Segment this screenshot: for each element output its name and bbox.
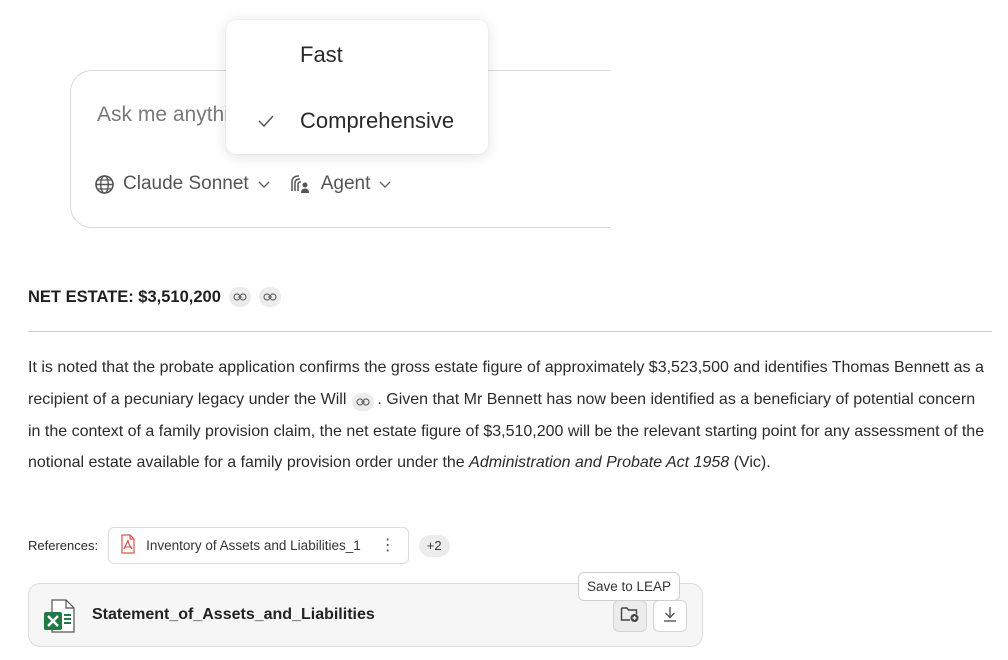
dropdown-item-label: Comprehensive xyxy=(300,108,455,133)
references-label: References: xyxy=(28,538,99,553)
chevron-down-icon xyxy=(257,177,271,191)
references-row: References: Inventory of Assets and Liab… xyxy=(28,527,450,564)
paragraph-text: (Vic). xyxy=(729,454,771,472)
download-button[interactable] xyxy=(653,600,687,632)
agent-icon xyxy=(289,173,313,195)
response-paragraph: It is noted that the probate application… xyxy=(28,352,988,479)
save-to-leap-button[interactable] xyxy=(613,600,647,632)
link-icon[interactable] xyxy=(258,287,281,307)
more-options-icon[interactable]: ⋮ xyxy=(380,537,396,554)
pdf-file-icon xyxy=(119,534,137,557)
more-references-badge[interactable]: +2 xyxy=(418,534,450,557)
folder-save-icon xyxy=(620,605,640,628)
chat-input[interactable]: Ask me anything xyxy=(97,103,237,127)
section-heading: NET ESTATE: $3,510,200 xyxy=(28,287,281,307)
act-title: Administration and Probate Act 1958 xyxy=(469,454,730,472)
download-icon xyxy=(662,605,678,628)
chat-toolbar: Claude Sonnet Agent xyxy=(94,173,392,195)
divider xyxy=(28,331,992,332)
link-icon[interactable] xyxy=(352,392,375,411)
check-icon xyxy=(256,111,276,137)
mode-selector[interactable]: Agent xyxy=(289,173,393,195)
heading-text: NET ESTATE: $3,510,200 xyxy=(28,287,221,306)
excel-file-icon xyxy=(43,599,75,638)
save-tooltip: Save to LEAP xyxy=(578,572,680,601)
dropdown-item-comprehensive[interactable]: Comprehensive xyxy=(226,95,488,147)
link-icon[interactable] xyxy=(228,287,251,307)
dropdown-item-fast[interactable]: Fast xyxy=(226,29,488,81)
globe-icon xyxy=(94,174,115,195)
dropdown-item-label: Fast xyxy=(300,42,343,67)
model-label: Claude Sonnet xyxy=(123,173,249,194)
reference-chip[interactable]: Inventory of Assets and Liabilities_1 ⋮ xyxy=(108,527,409,564)
attachment-filename: Statement_of_Assets_and_Liabilities xyxy=(92,606,375,623)
mode-dropdown: Fast Comprehensive xyxy=(226,20,488,154)
model-selector[interactable]: Claude Sonnet xyxy=(94,173,271,195)
chevron-down-icon xyxy=(378,177,392,191)
mode-label: Agent xyxy=(320,173,371,194)
reference-filename: Inventory of Assets and Liabilities_1 xyxy=(146,538,361,553)
